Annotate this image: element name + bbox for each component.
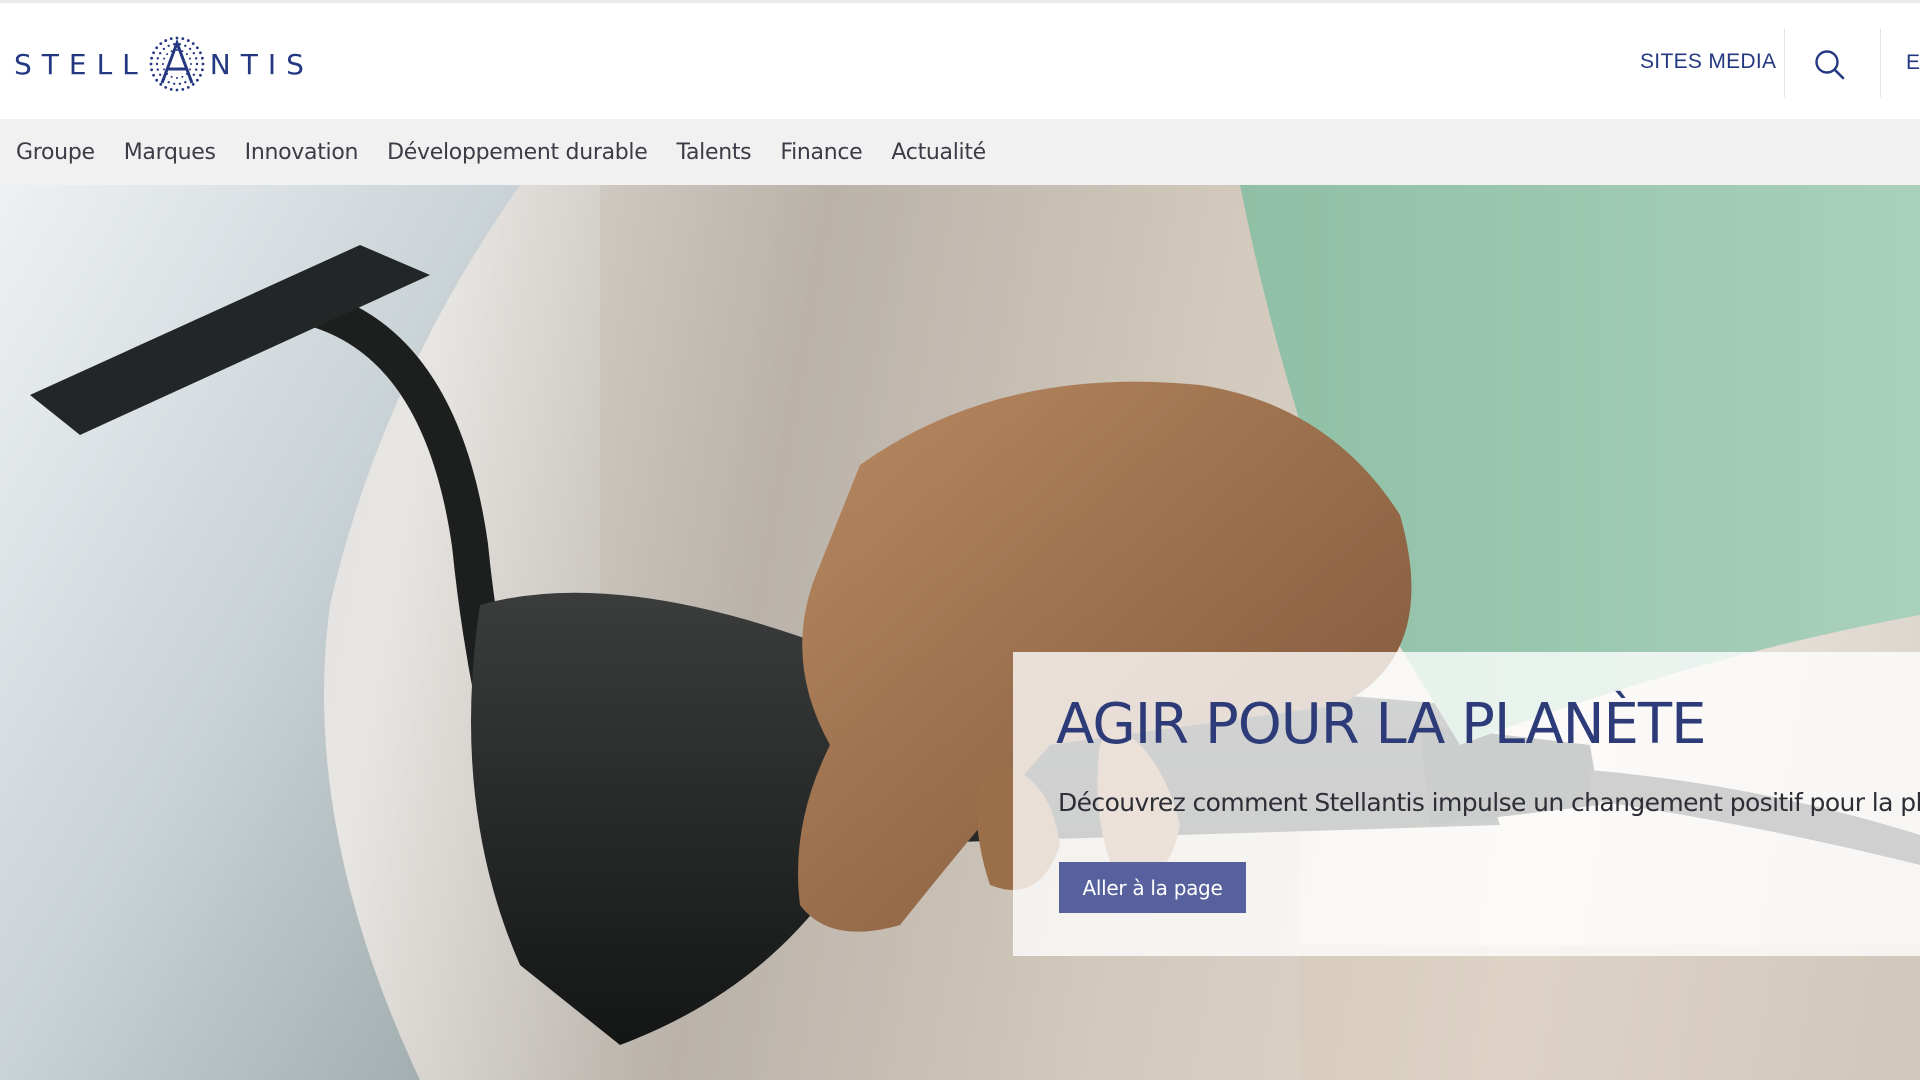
nav-item-groupe[interactable]: Groupe (16, 140, 95, 165)
nav-item-finance[interactable]: Finance (780, 140, 862, 165)
nav-item-developpement-durable[interactable]: Développement durable (387, 140, 648, 165)
site-header: STELL NTIS SITES MEDIA E (0, 3, 1920, 119)
search-button[interactable] (1810, 45, 1850, 85)
go-to-page-button[interactable]: Aller à la page (1059, 862, 1246, 913)
logo-wordmark: STELL NTIS (14, 35, 314, 93)
stellantis-star-mark-icon (148, 35, 206, 93)
hero-title: AGIR POUR LA PLANÈTE (1056, 692, 1707, 757)
main-navigation: Groupe Marques Innovation Développement … (0, 119, 1920, 185)
hero-banner: AGIR POUR LA PLANÈTE Découvrez comment S… (0, 185, 1920, 1080)
logo-text-left: STELL (14, 47, 148, 81)
stellantis-logo[interactable]: STELL NTIS (14, 29, 344, 99)
logo-text-right: NTIS (209, 47, 314, 81)
nav-item-actualite[interactable]: Actualité (891, 140, 986, 165)
hero-description: Découvrez comment Stellantis impulse un … (1058, 788, 1920, 817)
nav-item-marques[interactable]: Marques (124, 140, 216, 165)
hero-promo-card: AGIR POUR LA PLANÈTE Découvrez comment S… (1013, 652, 1920, 956)
header-divider (1880, 29, 1881, 97)
search-icon (1815, 50, 1845, 80)
header-divider (1784, 29, 1785, 97)
language-selector[interactable]: E (1906, 51, 1920, 75)
nav-item-innovation[interactable]: Innovation (245, 140, 359, 165)
sites-media-link[interactable]: SITES MEDIA (1640, 47, 1776, 77)
nav-item-talents[interactable]: Talents (676, 140, 751, 165)
